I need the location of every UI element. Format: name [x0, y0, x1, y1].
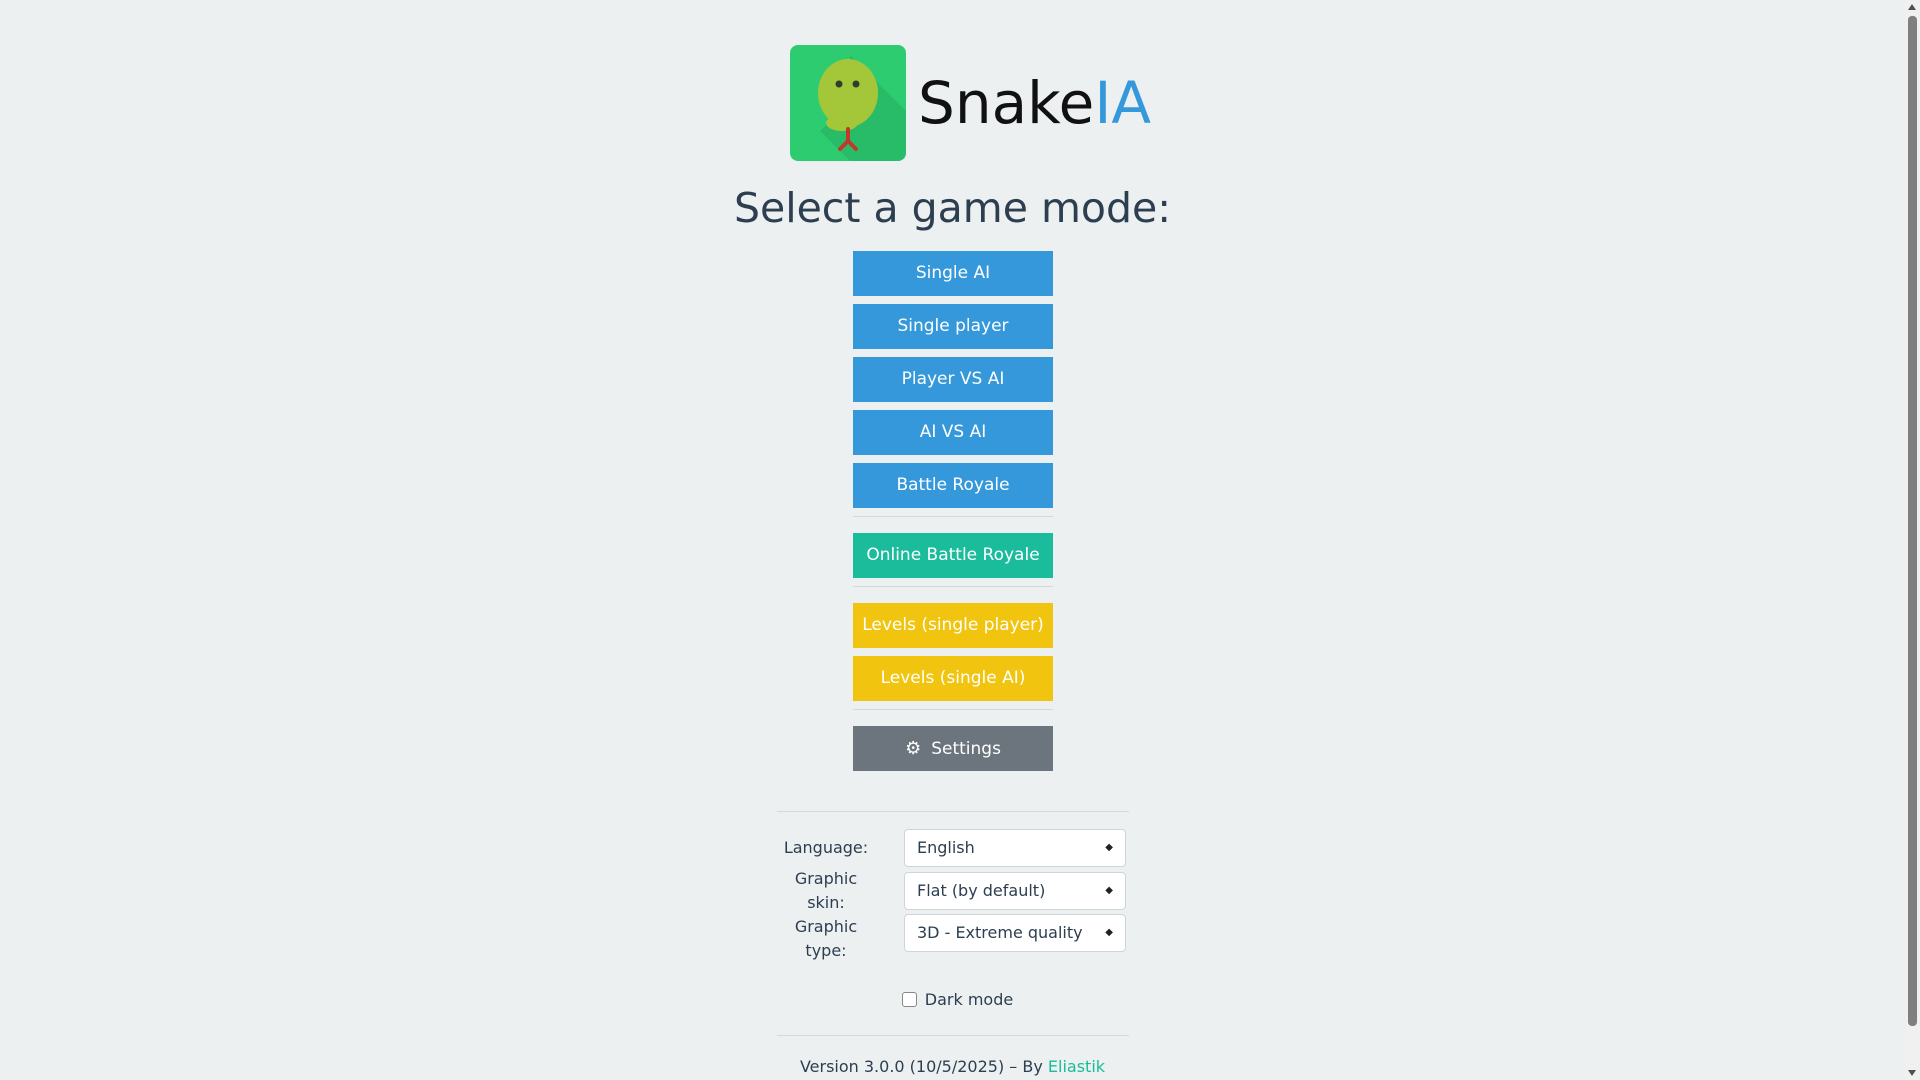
logo-text: SnakeIA — [918, 69, 1151, 137]
player-vs-ai-button[interactable]: Player VS AI — [853, 357, 1053, 402]
page-title: Select a game mode: — [733, 184, 1172, 232]
graphic-type-select[interactable]: 3D - Extreme quality ◆ — [904, 914, 1126, 952]
scrollbar-thumb[interactable] — [1908, 16, 1917, 1026]
game-mode-list: Single AI Single player Player VS AI AI … — [853, 251, 1053, 779]
divider — [853, 586, 1053, 587]
logo-text-accent: IA — [1094, 69, 1152, 137]
divider — [777, 1035, 1129, 1036]
levels-single-player-button[interactable]: Levels (single player) — [853, 603, 1053, 648]
single-player-button[interactable]: Single player — [853, 304, 1053, 349]
language-select[interactable]: English ◆ — [904, 829, 1126, 867]
levels-single-ai-button[interactable]: Levels (single AI) — [853, 656, 1053, 701]
battle-royale-button[interactable]: Battle Royale — [853, 463, 1053, 508]
logo-text-main: Snake — [918, 69, 1095, 137]
gear-icon: ⚙ — [905, 738, 922, 759]
graphic-skin-select-value: Flat (by default) — [917, 881, 1046, 900]
logo: SnakeIA — [790, 45, 1151, 161]
scroll-down-arrow-icon[interactable] — [1908, 1070, 1916, 1076]
version-text: Version 3.0.0 (10/5/2025) – By — [799, 1057, 1048, 1076]
dark-mode-label[interactable]: Dark mode — [925, 990, 1013, 1009]
language-row: Language: English ◆ — [777, 829, 1129, 867]
ai-vs-ai-button[interactable]: AI VS AI — [853, 410, 1053, 455]
graphic-type-label: Graphic type: — [794, 917, 858, 960]
dark-mode-checkbox[interactable] — [901, 992, 917, 1007]
single-ai-button[interactable]: Single AI — [853, 251, 1053, 296]
online-battle-royale-button[interactable]: Online Battle Royale — [853, 533, 1053, 578]
footer: Version 3.0.0 (10/5/2025) – By Eliastik — [0, 1057, 1905, 1076]
dark-mode-row: Dark mode — [0, 990, 1905, 1009]
graphic-skin-label: Graphic skin: — [794, 869, 858, 912]
sort-caret-icon: ◆ — [1105, 842, 1113, 853]
divider — [853, 516, 1053, 517]
scroll-up-arrow-icon[interactable] — [1908, 4, 1916, 10]
scrollbar[interactable] — [1905, 0, 1920, 1080]
language-label: Language: — [783, 838, 869, 857]
sort-caret-icon: ◆ — [1105, 927, 1113, 938]
author-link[interactable]: Eliastik — [1048, 1057, 1105, 1076]
language-select-value: English — [917, 838, 975, 857]
settings-button-label: Settings — [931, 739, 1001, 759]
graphic-type-select-value: 3D - Extreme quality — [917, 923, 1083, 942]
snake-logo-icon — [790, 45, 906, 161]
divider — [853, 709, 1053, 710]
settings-button[interactable]: ⚙ Settings — [853, 726, 1053, 771]
graphic-skin-row: Graphic skin: Flat (by default) ◆ — [777, 869, 1129, 912]
divider — [777, 811, 1129, 812]
page: SnakeIA Select a game mode: Single AI Si… — [0, 0, 1905, 1080]
graphic-skin-select[interactable]: Flat (by default) ◆ — [904, 872, 1126, 910]
sort-caret-icon: ◆ — [1105, 885, 1113, 896]
graphic-type-row: Graphic type: 3D - Extreme quality ◆ — [777, 914, 1129, 964]
